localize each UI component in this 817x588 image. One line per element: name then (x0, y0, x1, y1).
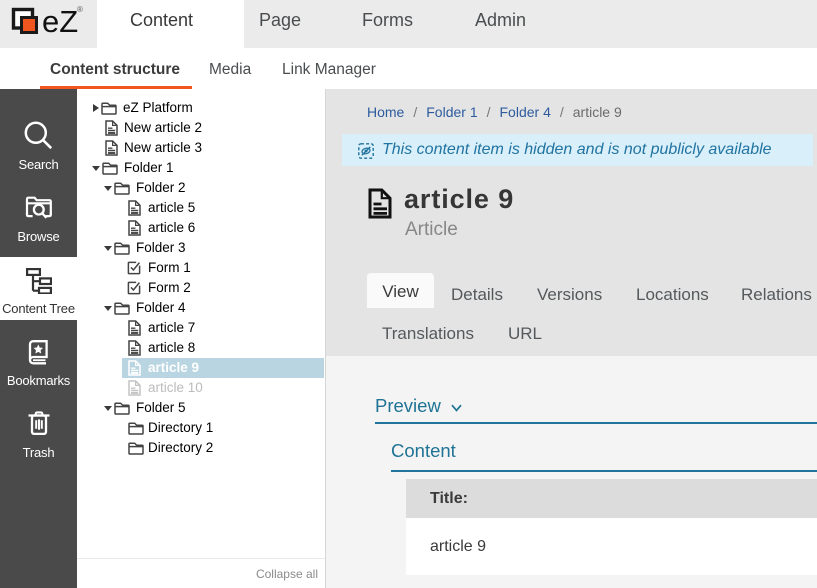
svg-text:eZ: eZ (42, 4, 78, 39)
svg-text:®: ® (77, 5, 83, 14)
